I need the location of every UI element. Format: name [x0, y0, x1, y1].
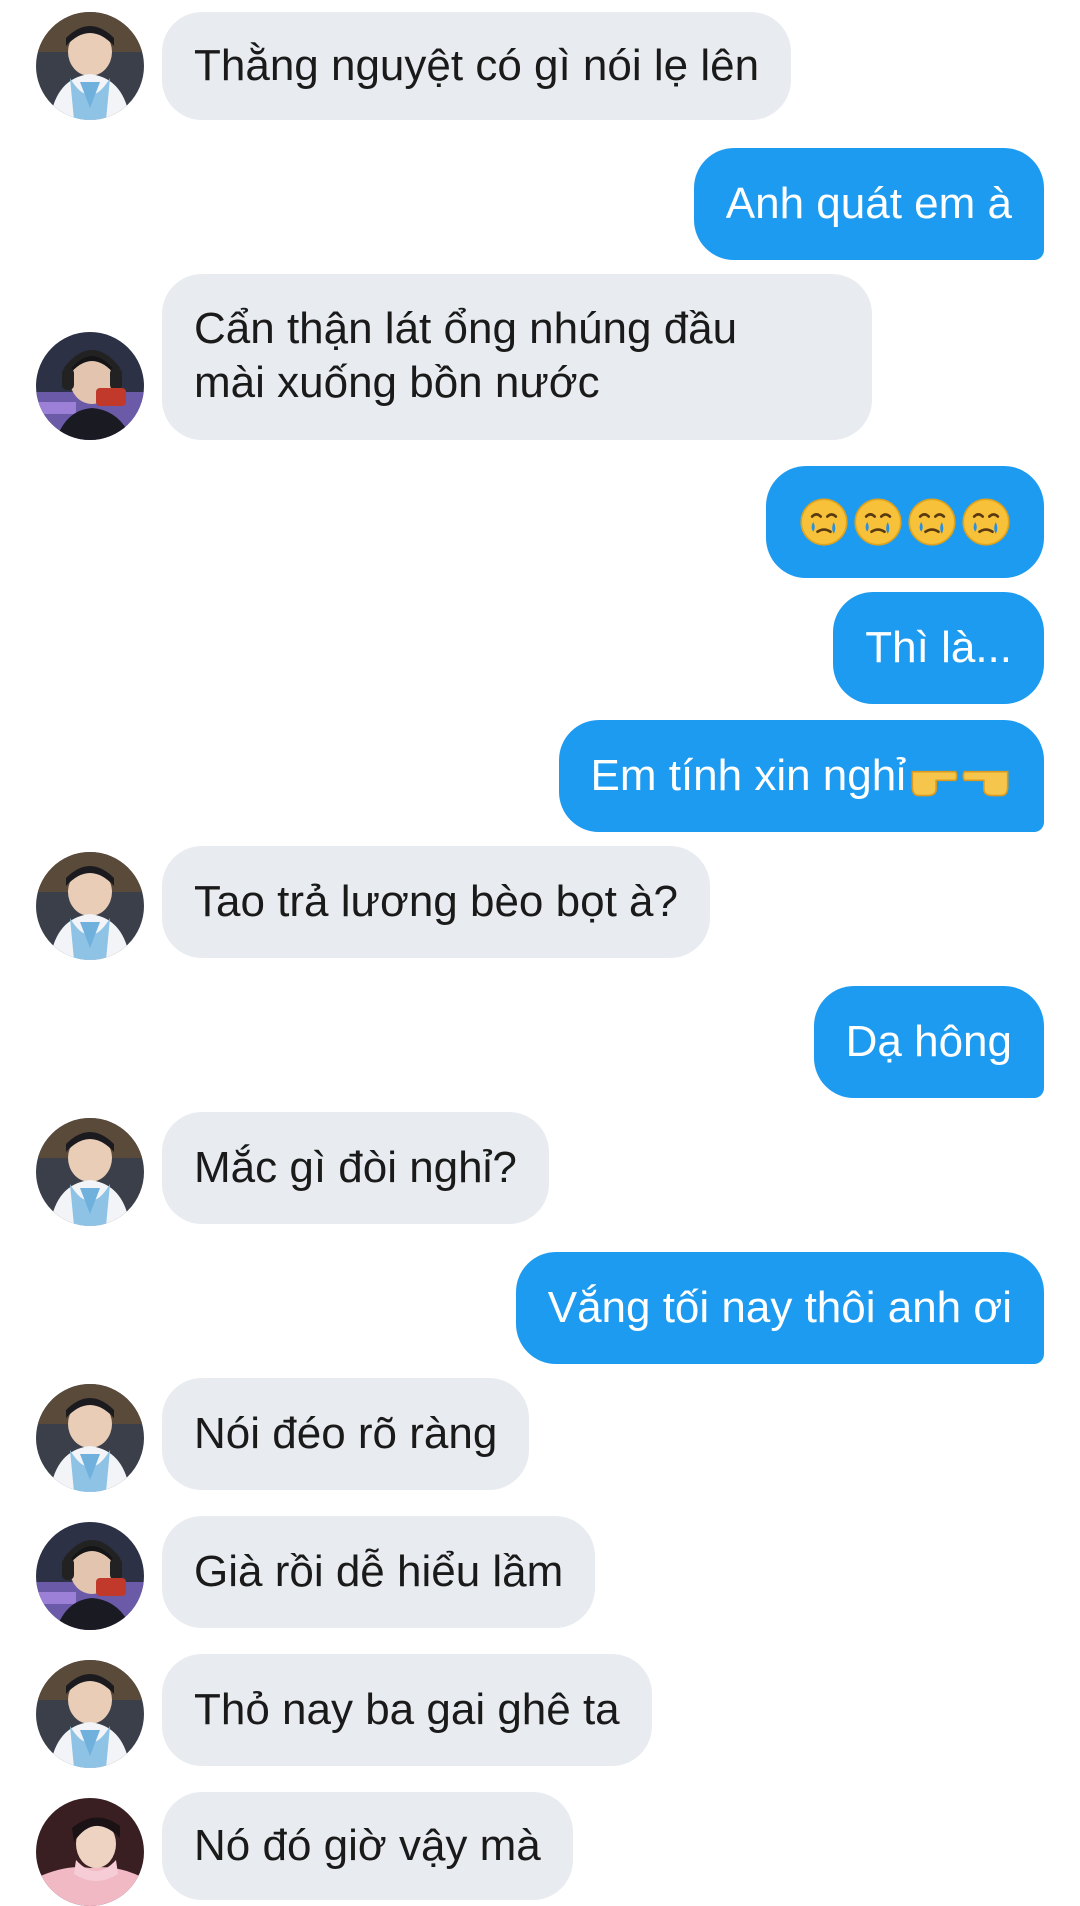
message-text: Vắng tối nay thôi anh ơi	[547, 1283, 1012, 1332]
backhand-index-pointing-left-icon	[960, 750, 1012, 802]
backhand-index-pointing-right-icon	[908, 750, 960, 802]
message-bubble-incoming[interactable]: Thằng nguyệt có gì nói lẹ lên	[162, 12, 792, 120]
message-bubble-outgoing[interactable]: Anh quát em à	[693, 148, 1044, 260]
message-text: Anh quát em à	[725, 179, 1012, 228]
avatar[interactable]	[36, 332, 144, 440]
avatar-blue-scarf-icon	[36, 852, 144, 960]
avatar-pink-hood-icon	[36, 1798, 144, 1906]
message-line: mài xuống bồn nước	[194, 358, 600, 407]
avatar-blue-scarf-icon	[36, 12, 144, 120]
avatar[interactable]	[36, 1118, 144, 1226]
message-bubble-incoming[interactable]: Tao trả lương bèo bọt à?	[162, 846, 710, 958]
message-bubble-incoming[interactable]: Cẩn thận lát ổng nhúng đầu mài xuống bồn…	[162, 274, 872, 440]
message-bubble-outgoing[interactable]	[766, 466, 1044, 578]
message-bubble-incoming[interactable]: Mắc gì đòi nghỉ?	[162, 1112, 549, 1224]
avatar[interactable]	[36, 1522, 144, 1630]
message-text: Cẩn thận lát ổng nhúng đầu mài xuống bồn…	[194, 302, 737, 410]
message-text: Già rồi dễ hiểu lầm	[194, 1547, 564, 1596]
chat-thread: Thằng nguyệt có gì nói lẹ lên Anh quát e…	[0, 0, 1080, 1904]
avatar[interactable]	[36, 1660, 144, 1768]
message-bubble-incoming[interactable]: Già rồi dễ hiểu lầm	[162, 1516, 596, 1628]
message-bubble-incoming[interactable]: Thỏ nay ba gai ghê ta	[162, 1654, 652, 1766]
message-bubble-incoming[interactable]: Nói đéo rõ ràng	[162, 1378, 530, 1490]
face-holding-back-tears-icon	[852, 496, 904, 548]
avatar-headset-icon	[36, 332, 144, 440]
message-text: Mắc gì đòi nghỉ?	[194, 1143, 517, 1192]
avatar[interactable]	[36, 852, 144, 960]
message-text: Dạ hông	[845, 1017, 1012, 1066]
message-text: Thì là...	[865, 623, 1012, 672]
avatar[interactable]	[36, 12, 144, 120]
message-line: Cẩn thận lát ổng nhúng đầu	[194, 304, 738, 353]
avatar[interactable]	[36, 1384, 144, 1492]
message-bubble-outgoing[interactable]: Dạ hông	[813, 986, 1044, 1098]
avatar-blue-scarf-icon	[36, 1660, 144, 1768]
message-text: Thỏ nay ba gai ghê ta	[194, 1685, 620, 1734]
avatar[interactable]	[36, 1798, 144, 1906]
message-text: Em tính xin nghỉ	[590, 751, 907, 800]
message-bubble-outgoing[interactable]: Thì là...	[833, 592, 1044, 704]
face-holding-back-tears-icon	[798, 496, 850, 548]
message-text: Thằng nguyệt có gì nói lẹ lên	[194, 41, 760, 90]
message-text: Nói đéo rõ ràng	[194, 1409, 498, 1458]
emoji-group	[908, 750, 1012, 802]
message-bubble-outgoing[interactable]: Vắng tối nay thôi anh ơi	[515, 1252, 1044, 1364]
avatar-headset-icon	[36, 1522, 144, 1630]
message-bubble-incoming[interactable]: Nó đó giờ vậy mà	[162, 1792, 573, 1900]
avatar-blue-scarf-icon	[36, 1384, 144, 1492]
face-holding-back-tears-icon	[960, 496, 1012, 548]
message-text: Nó đó giờ vậy mà	[194, 1821, 541, 1870]
emoji-group	[798, 496, 1012, 548]
face-holding-back-tears-icon	[906, 496, 958, 548]
message-text: Tao trả lương bèo bọt à?	[194, 877, 678, 926]
message-bubble-outgoing[interactable]: Em tính xin nghỉ	[558, 720, 1044, 832]
avatar-blue-scarf-icon	[36, 1118, 144, 1226]
